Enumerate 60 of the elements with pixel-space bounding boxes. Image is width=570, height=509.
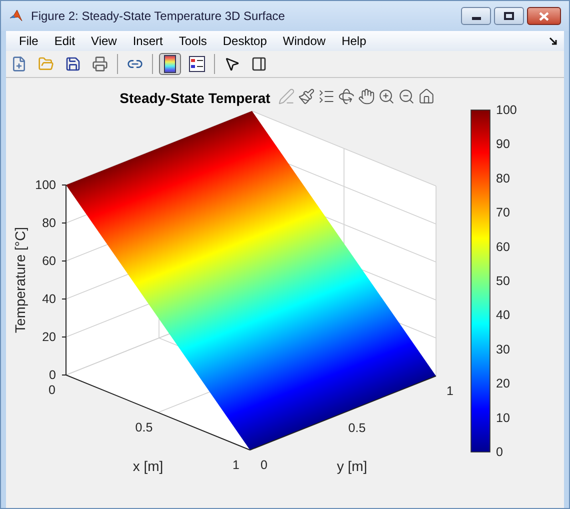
menu-item[interactable]: Help (334, 32, 374, 50)
z-tick-label: 80 (42, 216, 56, 230)
colorbar-tick-label: 100 (496, 103, 517, 117)
y-tick-label: 0.5 (348, 421, 366, 435)
close-button[interactable] (527, 7, 561, 25)
menu-item[interactable]: Tools (170, 32, 215, 50)
list-icon[interactable] (318, 88, 335, 105)
home-icon[interactable] (418, 88, 435, 105)
colorbar-tick-label: 20 (496, 376, 510, 391)
colorbar-tick-label: 50 (496, 274, 510, 288)
colorbar-tick-label: 30 (496, 342, 510, 356)
colorbar-tick-label: 0 (496, 445, 503, 459)
close-icon (539, 12, 549, 20)
menu-item[interactable]: Desktop (214, 32, 275, 50)
colorbar-tick-label: 40 (496, 308, 510, 322)
y-tick-label: 1 (446, 384, 454, 398)
toolbar-button[interactable] (159, 53, 181, 75)
zoom-in-icon[interactable] (378, 88, 395, 105)
toolbar-button[interactable] (186, 53, 208, 75)
new-file-icon (11, 56, 27, 72)
menu-item[interactable]: Insert (124, 32, 171, 50)
maximize-icon (504, 12, 514, 20)
z-tick-label: 20 (42, 330, 56, 344)
z-tick-label: 0 (49, 368, 56, 382)
x-tick-label: 0 (48, 383, 56, 397)
colorbar-tick-label: 80 (496, 171, 510, 186)
y-tick-label: 0 (260, 458, 268, 472)
app-logo-icon (9, 9, 23, 23)
window-title: Figure 2: Steady-State Temperature 3D Surface (31, 8, 286, 25)
legend-icon (189, 56, 205, 72)
minimize-button[interactable] (461, 7, 491, 25)
colorbar-tick-label: 60 (496, 240, 510, 254)
y-axis-label: y [m] (336, 458, 368, 474)
folder-icon (38, 56, 54, 72)
maximize-button[interactable] (494, 7, 524, 25)
minimize-icon (472, 17, 480, 20)
x-tick-label: 1 (232, 458, 240, 472)
colorbar-tick-label: 70 (496, 206, 510, 220)
zoom-out-icon[interactable] (398, 88, 415, 105)
printer-icon (92, 56, 108, 72)
colorbar-tick-label: 10 (496, 410, 510, 425)
x-tick-label: 0.5 (135, 420, 153, 434)
x-axis-label: x [m] (132, 458, 164, 474)
dock-arrow-icon[interactable] (549, 37, 557, 45)
rotate-icon[interactable] (338, 88, 355, 105)
menu-item[interactable]: File (11, 32, 46, 50)
hand-icon[interactable] (358, 88, 375, 105)
z-tick-label: 60 (42, 254, 56, 268)
menu-item[interactable]: Edit (46, 32, 84, 50)
menu-item[interactable]: View (83, 32, 125, 50)
z-tick-label: 100 (35, 178, 56, 192)
pointer-icon (224, 56, 240, 72)
brush-icon[interactable] (298, 88, 315, 105)
menu-item[interactable]: Window (274, 32, 334, 50)
z-axis-label: Temperature [°C] (12, 227, 28, 333)
z-tick-label: 40 (42, 292, 56, 306)
colorbar-icon (164, 55, 176, 73)
colorbar-tick-label: 90 (496, 137, 510, 152)
panel-icon (251, 56, 267, 72)
plot-title: Steady-State Temperat (120, 90, 270, 106)
